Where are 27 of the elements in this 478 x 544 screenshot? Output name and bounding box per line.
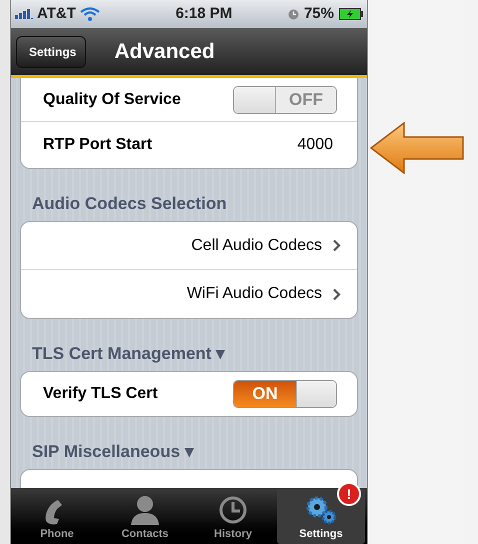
person-icon [129,494,161,524]
chevron-icon [332,239,341,252]
menu-item[interactable]: WiFi Audio Codecs [21,270,357,318]
tab[interactable]: History [189,488,277,544]
wifi-icon [80,7,100,21]
row-label: Quality Of Service [43,90,181,110]
carrier-text: AT&T [37,4,76,24]
gears-icon [304,494,338,524]
tab[interactable]: Contacts [101,488,189,544]
section-header: Audio Codecs Selection [31,193,228,216]
section-header: TLS Cert Management ▾ [31,343,226,366]
signal-icon [15,9,33,19]
section-header: SIP Miscellaneous ▾ [31,441,195,464]
row-label: RTP Port Start [43,135,152,155]
alert-badge: ! [337,482,361,506]
back-button[interactable]: Settings [16,36,86,68]
row-value[interactable]: 4000 [297,133,333,157]
battery-text: 75% [304,4,334,24]
tab[interactable]: Phone [13,488,101,544]
row-label: Verify TLS Cert [43,384,158,404]
clock-icon [218,494,248,524]
chevron-icon [332,288,341,300]
clock-text: 6:18 PM [174,4,232,24]
screen-title: Advanced [114,38,215,65]
menu-item[interactable]: Cell Audio Codecs [21,222,357,270]
alarm-icon [288,8,299,20]
battery-icon [339,8,363,20]
